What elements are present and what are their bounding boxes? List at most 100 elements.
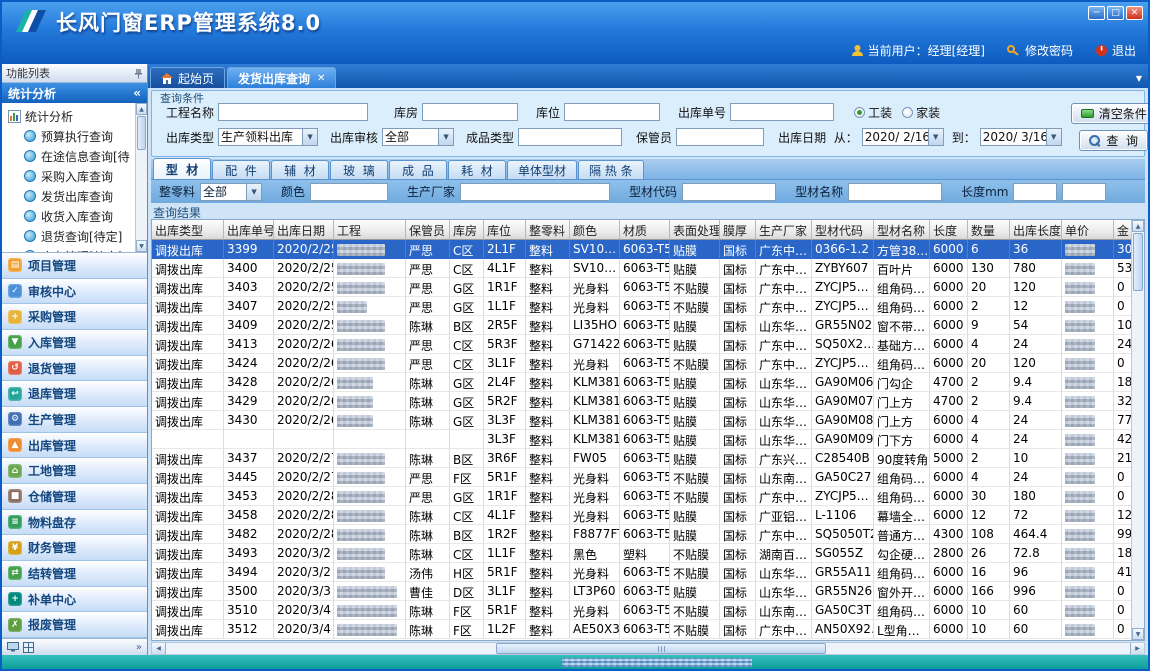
table-row[interactable]: 调拨出库34582020/2/28华…源…陈琳C区4L1F整料光身料6063-T… (152, 506, 1142, 525)
radio-gongzhuang[interactable]: 工装 (854, 104, 892, 121)
sidebar-menu-item[interactable]: ■仓储管理 (2, 484, 147, 510)
column-header[interactable]: 数量 (968, 220, 1010, 240)
date-from-picker[interactable]: 2020/ 2/16 ▼ (862, 128, 944, 146)
audit-select[interactable]: 全部 ▼ (382, 128, 454, 146)
column-header[interactable]: 单价 (1062, 220, 1114, 240)
scroll-track[interactable] (166, 643, 1130, 654)
sidebar-menu-item[interactable]: ⌂工地管理 (2, 458, 147, 484)
sidebar-menu-item[interactable]: ↩退库管理 (2, 381, 147, 407)
maximize-button[interactable]: □ (1107, 6, 1124, 20)
material-tab[interactable]: 玻 璃 (330, 160, 388, 179)
tab-start-page[interactable]: 起始页 (150, 67, 225, 88)
table-row[interactable]: 调拨出库34282020/2/26石…城陈琳G区2L4F整料KLM3817606… (152, 373, 1142, 392)
table-row[interactable]: 调拨出库34242020/2/26工…工程严思C区3L1F整料光身料6063-T… (152, 354, 1142, 373)
material-tab[interactable]: 隔 热 条 (578, 160, 644, 179)
tab-close-icon[interactable]: ✕ (317, 73, 325, 84)
tree-item[interactable]: 在途信息查询[待 (8, 146, 133, 166)
project-name-input[interactable] (218, 103, 368, 121)
grid-vertical-scrollbar[interactable]: ▲ ▼ (1131, 220, 1144, 640)
sidebar-menu-item[interactable]: ✓审核中心 (2, 279, 147, 305)
column-header[interactable]: 材质 (620, 220, 670, 240)
tree-root[interactable]: 统计分析 (8, 106, 133, 126)
sidebar-menu-item[interactable]: ▼入库管理 (2, 330, 147, 356)
profile-code-input[interactable] (682, 183, 776, 201)
out-type-select[interactable]: 生产领料出库 ▼ (218, 128, 318, 146)
tab-shipment-outbound-query[interactable]: 发货出库查询 ✕ (227, 67, 336, 88)
product-type-input[interactable] (518, 128, 622, 146)
table-row[interactable]: 调拨出库34932020/3/2华…源…陈琳C区1L1F整料黑色塑料不贴膜国标湖… (152, 544, 1142, 563)
change-password-button[interactable]: 修改密码 (1007, 42, 1073, 59)
material-tab[interactable]: 配 件 (212, 160, 270, 179)
table-row[interactable]: 调拨出库34132020/2/26南…通…严思C区5R3F整料G71422606… (152, 335, 1142, 354)
collapse-chevron-icon[interactable]: « (133, 86, 141, 100)
grid-horizontal-scrollbar[interactable]: ◀ ▶ (151, 642, 1145, 655)
material-tab[interactable]: 单体型材 (507, 160, 577, 179)
column-header[interactable]: 表面处理 (670, 220, 720, 240)
tree-scrollbar[interactable]: ▲ ▼ (135, 103, 147, 252)
sidebar-section-header[interactable]: 统计分析 « (2, 83, 147, 103)
scroll-thumb[interactable] (137, 116, 146, 150)
whole-scrap-select[interactable]: 全部 ▼ (200, 183, 262, 201)
order-no-input[interactable] (730, 103, 834, 121)
material-tab[interactable]: 辅 材 (271, 160, 329, 179)
table-row[interactable]: 调拨出库34002020/2/25华…源…严思C区4L1F整料SV10…6063… (152, 259, 1142, 278)
date-to-picker[interactable]: 2020/ 3/16 ▼ (980, 128, 1062, 146)
column-header[interactable]: 型材代码 (812, 220, 874, 240)
tree-item[interactable]: 发货出库查询 (8, 186, 133, 206)
sidebar-menu-item[interactable]: ▲出库管理 (2, 433, 147, 459)
sidebar-menu-item[interactable]: ▤项目管理 (2, 253, 147, 279)
column-header[interactable]: 生产厂家 (756, 220, 812, 240)
scroll-up-icon[interactable]: ▲ (1132, 220, 1144, 232)
column-header[interactable]: 整零料 (526, 220, 570, 240)
radio-jiazhuang[interactable]: 家装 (902, 104, 940, 121)
table-row[interactable]: 调拨出库34372020/2/27佛…工…陈琳B区3R6F整料FW056063-… (152, 449, 1142, 468)
table-row[interactable]: 3L3F整料KLM38176063-T5贴膜国标山东华…GA90M09…门下方6… (152, 430, 1142, 449)
tab-list-caret-icon[interactable]: ▼ (1136, 74, 1142, 83)
table-row[interactable]: 调拨出库34532020/2/28工…工程严思G区1R1F整料光身料6063-T… (152, 487, 1142, 506)
expand-chevron-icon[interactable]: » (136, 642, 142, 653)
scroll-thumb[interactable] (1133, 233, 1143, 291)
sidebar-menu-item[interactable]: +补单中心 (2, 587, 147, 613)
table-row[interactable]: 调拨出库34302020/2/26石…城陈琳G区3L3F整料KLM3817606… (152, 411, 1142, 430)
sidebar-menu-item[interactable]: ↺退货管理 (2, 356, 147, 382)
table-row[interactable]: 调拨出库34072020/2/25工…严思G区1L1F整料光身料6063-T5不… (152, 297, 1142, 316)
scroll-down-icon[interactable]: ▼ (136, 240, 147, 252)
column-header[interactable]: 保管员 (406, 220, 450, 240)
sidebar-menu-item[interactable]: +采购管理 (2, 304, 147, 330)
column-header[interactable]: 长度 (930, 220, 968, 240)
color-input[interactable] (310, 183, 388, 201)
column-header[interactable]: 出库日期 (274, 220, 334, 240)
warehouse-input[interactable] (422, 103, 518, 121)
minimize-button[interactable]: ─ (1088, 6, 1105, 20)
sidebar-menu-item[interactable]: ≡物料盘存 (2, 510, 147, 536)
material-tab[interactable]: 成 品 (389, 160, 447, 179)
logout-button[interactable]: 退出 (1095, 42, 1136, 59)
sidebar-menu-item[interactable]: ⇄结转管理 (2, 561, 147, 587)
table-row[interactable]: 调拨出库33992020/2/25华…源…严思C区2L1F整料SV10…6063… (152, 240, 1142, 259)
table-row[interactable]: 调拨出库35002020/3/3工…共工程曹佳D区3L1F整料LT3P60606… (152, 582, 1142, 601)
clear-conditions-button[interactable]: 清空条件 (1071, 103, 1150, 124)
table-row[interactable]: 调拨出库34452020/2/27工…工程严思F区5R1F整料光身料6063-T… (152, 468, 1142, 487)
column-header[interactable]: 出库单号 (224, 220, 274, 240)
column-header[interactable]: 型材名称 (874, 220, 930, 240)
column-header[interactable]: 出库类型 (152, 220, 224, 240)
sidebar-menu-item[interactable]: ✗报废管理 (2, 612, 147, 638)
table-row[interactable]: 调拨出库35122020/3/4工…共工程陈琳F区1L2F整料AE50X32…6… (152, 620, 1142, 639)
tree-item[interactable]: 采购入库查询 (8, 166, 133, 186)
column-header[interactable]: 颜色 (570, 220, 620, 240)
length-min-input[interactable] (1013, 183, 1057, 201)
keeper-input[interactable] (676, 128, 764, 146)
sidebar-menu-item[interactable]: ¥财务管理 (2, 535, 147, 561)
close-button[interactable]: ✕ (1126, 6, 1143, 20)
table-row[interactable]: 调拨出库34292020/2/26石…城陈琳G区5R2F整料KLM3817606… (152, 392, 1142, 411)
search-button[interactable]: 查 询 (1079, 130, 1148, 151)
length-max-input[interactable] (1062, 183, 1106, 201)
table-row[interactable]: 调拨出库34942020/3/2石…辉城汤伟H区5R1F整料光身料6063-T5… (152, 563, 1142, 582)
column-header[interactable]: 库位 (484, 220, 526, 240)
scroll-left-icon[interactable]: ◀ (152, 643, 166, 654)
profile-name-input[interactable] (848, 183, 942, 201)
tree-item[interactable]: 收货入库查询 (8, 206, 133, 226)
table-row[interactable]: 调拨出库34822020/2/28华…源…陈琳B区1R2F整料F8877FT60… (152, 525, 1142, 544)
sidebar-menu-item[interactable]: ⚙生产管理 (2, 407, 147, 433)
column-header[interactable]: 膜厚 (720, 220, 756, 240)
